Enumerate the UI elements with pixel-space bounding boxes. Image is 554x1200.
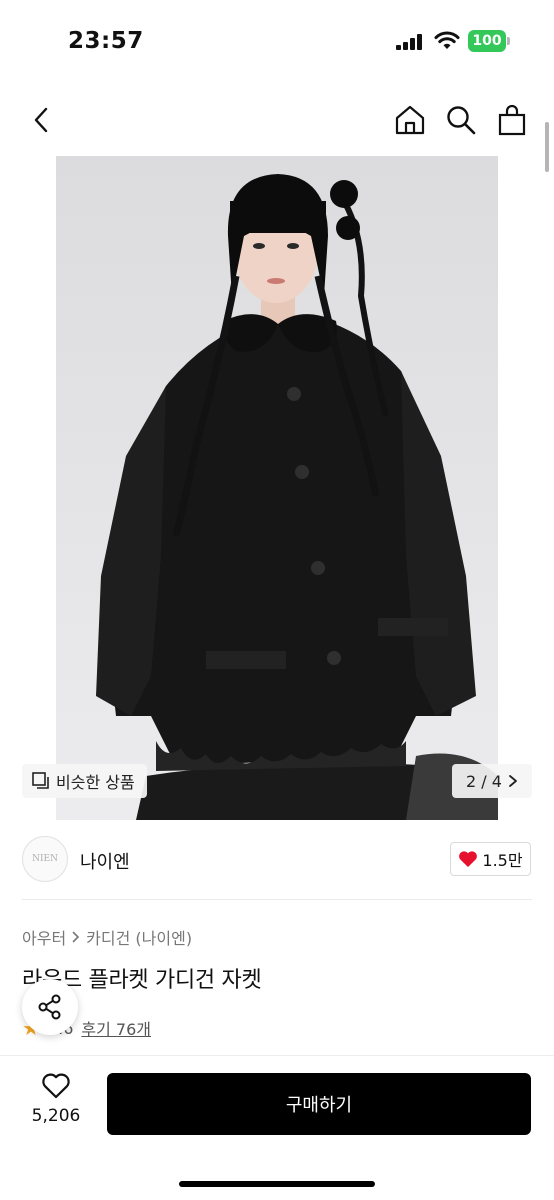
home-indicator[interactable] — [179, 1181, 375, 1187]
divider — [22, 899, 532, 900]
category-primary[interactable]: 아우터 — [22, 925, 66, 949]
battery-indicator: 100 — [468, 30, 510, 52]
brand-like-count: 1.5만 — [482, 851, 523, 870]
product-photo-illustration — [56, 156, 498, 820]
search-button[interactable] — [443, 101, 479, 139]
battery-level: 100 — [472, 33, 502, 49]
similar-products-icon — [32, 772, 49, 789]
page-count: 2 / 4 — [466, 771, 502, 791]
status-time: 23:57 — [68, 28, 144, 54]
battery-body: 100 — [468, 30, 506, 52]
shopping-bag-icon — [498, 104, 526, 136]
bottom-bar-divider — [0, 1055, 554, 1056]
category-secondary[interactable]: 카디건 (나이엔) — [86, 925, 192, 949]
home-button[interactable] — [392, 101, 428, 139]
back-button[interactable] — [24, 101, 58, 139]
share-button[interactable] — [22, 979, 78, 1035]
image-page-indicator[interactable]: 2 / 4 — [452, 764, 532, 798]
wishlist-button[interactable]: 5,206 — [22, 1072, 90, 1134]
home-icon — [395, 105, 425, 135]
chevron-left-icon — [34, 107, 48, 133]
nav-bar — [0, 95, 554, 145]
chevron-right-icon — [509, 775, 517, 787]
buy-button[interactable]: 구매하기 — [107, 1073, 531, 1135]
brand-like-button[interactable]: 1.5만 — [450, 842, 531, 876]
brand-logo-mark: NIEN — [32, 854, 58, 864]
similar-products-button[interactable]: 비슷한 상품 — [22, 764, 147, 798]
category-breadcrumb: 아우터 카디건 (나이엔) — [22, 925, 192, 949]
heart-filled-icon — [459, 851, 478, 867]
chevron-right-icon — [72, 931, 80, 943]
scrollbar[interactable] — [545, 122, 549, 172]
share-icon — [38, 994, 61, 1020]
review-count-link[interactable]: 후기 76개 — [81, 1016, 151, 1040]
brand-name[interactable]: 나이엔 — [80, 848, 130, 874]
product-image[interactable] — [56, 156, 498, 820]
brand-logo[interactable]: NIEN — [22, 836, 68, 882]
heart-outline-icon — [42, 1073, 70, 1099]
search-icon — [447, 106, 476, 135]
shopping-bag-button[interactable] — [494, 101, 530, 139]
similar-products-label: 비슷한 상품 — [56, 773, 135, 792]
wifi-icon — [434, 31, 460, 49]
wishlist-count: 5,206 — [31, 1106, 81, 1126]
battery-cap — [507, 37, 510, 45]
status-bar: 23:57 100 — [0, 0, 554, 80]
cellular-signal-icon — [396, 34, 422, 50]
